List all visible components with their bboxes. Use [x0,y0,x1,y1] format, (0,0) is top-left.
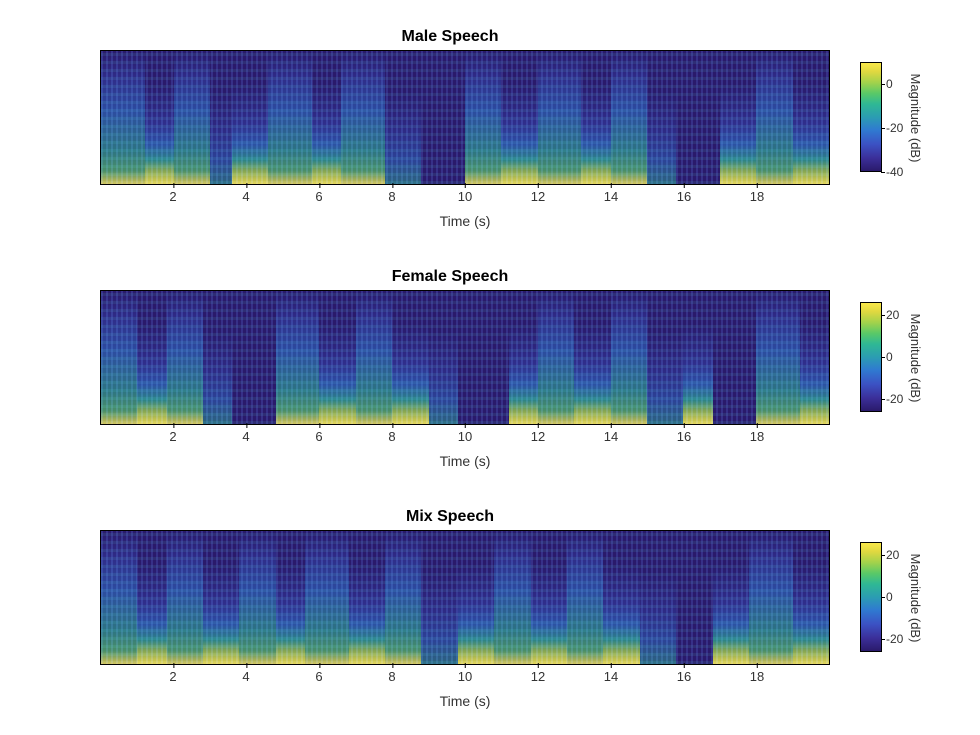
x-tick: 16 [677,669,691,684]
x-tick: 2 [169,429,176,444]
panel-body: Frequency (kHz) 0 1 2 [70,50,940,185]
plot-wrap: Frequency (kHz) 0 1 2 [70,530,830,665]
panel-body: Frequency (kHz) 0 1 2 [70,290,940,425]
x-ticks: 2 4 6 8 10 12 14 16 18 [100,189,830,209]
spectrogram-plot: Frequency (kHz) 0 1 2 [100,50,830,185]
x-tick: 8 [388,189,395,204]
x-tick: 8 [388,429,395,444]
spectrogram-panel-male: Male Speech Frequency (kHz) 0 1 2 [70,28,940,185]
x-ticks: 2 4 6 8 10 12 14 16 18 [100,669,830,689]
x-tick: 6 [315,189,322,204]
colorbar-gradient [860,62,882,172]
x-tick: 2 [169,189,176,204]
spectrogram-image [101,51,829,184]
colorbar-tick: -20 [886,632,903,646]
colorbar-tick: -40 [886,165,903,179]
x-tick: 12 [531,429,545,444]
colorbar: -40 -20 0 Magnitude (dB) [860,50,930,185]
x-tick: 6 [315,669,322,684]
spectrogram-panel-female: Female Speech Frequency (kHz) 0 1 2 [70,268,940,425]
x-tick: 18 [750,429,764,444]
colorbar-gradient [860,542,882,652]
colorbar-label: Magnitude (dB) [908,553,923,642]
panel-body: Frequency (kHz) 0 1 2 [70,530,940,665]
x-tick: 4 [242,429,249,444]
x-ticks: 2 4 6 8 10 12 14 16 18 [100,429,830,449]
x-tick: 14 [604,669,618,684]
x-axis-label: Time (s) [100,693,830,709]
spectrogram-image [101,531,829,664]
x-tick: 10 [458,669,472,684]
x-tick: 2 [169,669,176,684]
x-axis-label: Time (s) [100,213,830,229]
panel-title: Male Speech [70,28,830,46]
x-tick: 18 [750,669,764,684]
x-tick: 18 [750,189,764,204]
spectrogram-panel-mix: Mix Speech Frequency (kHz) 0 1 2 [70,508,940,665]
x-tick: 14 [604,189,618,204]
colorbar-tick: -20 [886,121,903,135]
panel-title: Female Speech [70,268,830,286]
colorbar-tick: 20 [886,308,899,322]
x-tick: 12 [531,189,545,204]
colorbar-tick: -20 [886,392,903,406]
x-tick: 4 [242,669,249,684]
colorbar-label: Magnitude (dB) [908,313,923,402]
colorbar-gradient [860,302,882,412]
colorbar: -20 0 20 Magnitude (dB) [860,530,930,665]
x-tick: 6 [315,429,322,444]
x-tick: 8 [388,669,395,684]
colorbar-tick: 0 [886,350,893,364]
plot-wrap: Frequency (kHz) 0 1 2 [70,290,830,425]
plot-wrap: Frequency (kHz) 0 1 2 [70,50,830,185]
x-tick: 4 [242,189,249,204]
colorbar: -20 0 20 Magnitude (dB) [860,290,930,425]
colorbar-tick: 20 [886,548,899,562]
x-tick: 14 [604,429,618,444]
x-tick: 16 [677,189,691,204]
x-tick: 16 [677,429,691,444]
x-tick: 12 [531,669,545,684]
x-tick: 10 [458,429,472,444]
colorbar-label: Magnitude (dB) [908,73,923,162]
x-tick: 10 [458,189,472,204]
spectrogram-image [101,291,829,424]
panel-title: Mix Speech [70,508,830,526]
x-axis-label: Time (s) [100,453,830,469]
spectrogram-plot: Frequency (kHz) 0 1 2 [100,290,830,425]
spectrogram-plot: Frequency (kHz) 0 1 2 [100,530,830,665]
colorbar-tick: 0 [886,77,893,91]
colorbar-tick: 0 [886,590,893,604]
